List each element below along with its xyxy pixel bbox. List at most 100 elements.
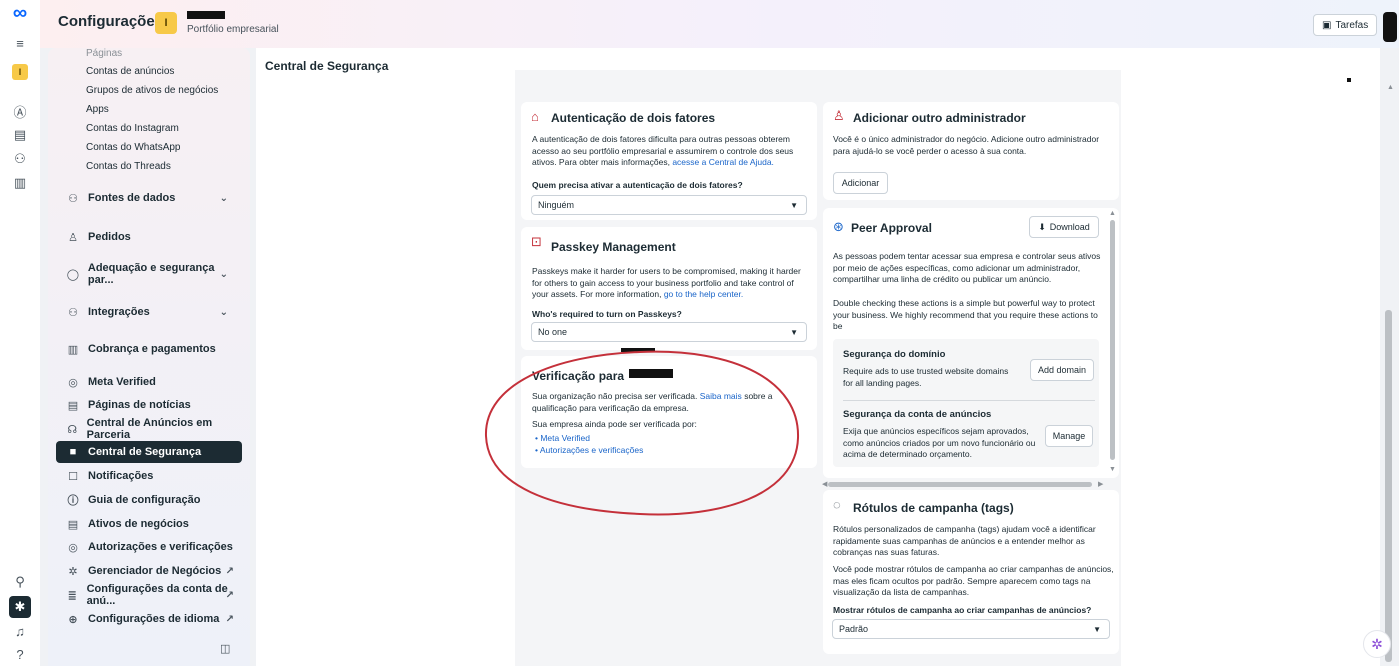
caret-down-icon: ▼ [790, 327, 798, 337]
sidebar-item-meta-verified[interactable]: ◎ Meta Verified [56, 371, 242, 393]
app-title: Configurações [58, 13, 164, 30]
sidebar-item-ad-account-settings[interactable]: ≣ Configurações da conta de anú... ↗ [56, 583, 242, 607]
passkey-question: Who's required to turn on Passkeys? [532, 309, 682, 319]
campaign-labels-question: Mostrar rótulos de campanha ao criar cam… [833, 605, 1092, 615]
passkey-select[interactable]: No one ▼ [531, 322, 807, 342]
assets-icon: ▤ [67, 518, 79, 531]
ad-account-security-desc: Exija que anúncios específicos sejam apr… [843, 426, 1036, 459]
left-rail: ∞ ≡ I Ⓐ ▤ ⚇ ▥ ⚲ ✱ ♫ ? [0, 0, 40, 666]
download-icon: ⬇ [1038, 221, 1046, 232]
domain-security-desc: Require ads to use trusted website domai… [843, 366, 1009, 388]
sidebar-sub-apps[interactable]: Apps [86, 104, 109, 115]
search-icon[interactable]: ⚲ [8, 571, 32, 593]
external-link-icon: ↗ [225, 613, 234, 625]
two-factor-card: ⌂ Autenticação de dois fatores A autenti… [521, 102, 817, 220]
sidebar-item-label: Configurações da conta de anú... [86, 583, 228, 607]
divider [843, 400, 1095, 401]
sidebar-sub-whatsapp[interactable]: Contas do WhatsApp [86, 142, 181, 153]
sidebar-item-security-center[interactable]: ■ Central de Segurança [56, 441, 242, 463]
sidebar-item-language-settings[interactable]: ⊕ Configurações de idioma ↗ [56, 608, 242, 630]
sidebar-item-partnership-ads[interactable]: ☊ Central de Anúncios em Parceria [56, 417, 242, 441]
peer-vertical-scrollbar[interactable] [1110, 220, 1115, 460]
sidebar-item-label: Guia de configuração [88, 494, 201, 506]
tasks-button[interactable]: ▣ Tarefas [1313, 14, 1378, 36]
passkey-help-link[interactable]: go to the help center. [664, 289, 743, 299]
guide-icon: ⓘ [67, 495, 79, 507]
business-portfolio-label: Portfólio empresarial [187, 24, 279, 35]
lock-outline-icon: ⌂ [531, 109, 539, 124]
campaign-labels-card: ◌ Rótulos de campanha (tags) Rótulos per… [823, 490, 1119, 654]
sidebar-item-label: Configurações de idioma [88, 613, 220, 625]
scroll-left-arrow-icon[interactable]: ◀ [822, 480, 827, 488]
scroll-up-arrow-icon[interactable]: ▲ [1109, 210, 1116, 217]
download-label: Download [1049, 222, 1090, 232]
add-domain-button[interactable]: Add domain [1030, 359, 1094, 381]
building-icon[interactable]: ▥ [8, 172, 32, 194]
people-icon[interactable]: ⚇ [8, 148, 32, 170]
scroll-down-arrow-icon[interactable]: ▼ [1109, 466, 1116, 473]
business-name-redacted [187, 11, 225, 19]
sidebar-sub-ad-accounts[interactable]: Contas de anúncios [86, 66, 174, 77]
scroll-right-arrow-icon[interactable]: ▶ [1098, 480, 1103, 488]
download-button[interactable]: ⬇ Download [1029, 216, 1099, 238]
gear-icon[interactable]: ✱ [9, 596, 31, 618]
passkey-title: Passkey Management [551, 240, 676, 254]
sidebar-item-billing[interactable]: ▥ Cobrança e pagamentos [56, 338, 242, 360]
two-factor-desc: A autenticação de dois fatores dificulta… [532, 134, 804, 169]
chevron-down-icon: ⌄ [219, 192, 228, 204]
sidebar-item-label: Central de Anúncios em Parceria [86, 417, 213, 441]
two-factor-select[interactable]: Ninguém ▼ [531, 195, 807, 215]
settings-icon: ✲ [68, 565, 78, 578]
sidebar-item-authorizations[interactable]: ◎ Autorizações e verificações [56, 536, 242, 558]
user-avatar[interactable] [1383, 12, 1397, 42]
add-admin-button[interactable]: Adicionar [833, 172, 888, 194]
sidebar-item-label: Fontes de dados [88, 192, 176, 204]
lock-icon: ⊡ [531, 234, 542, 249]
business-icon[interactable]: I [155, 12, 177, 34]
sidebar-item-data-sources[interactable]: ⚇ Fontes de dados ⌄ [56, 187, 242, 209]
peer-desc1: As pessoas podem tentar acessar sua empr… [833, 251, 1101, 284]
data-sources-icon: ⚇ [68, 192, 78, 205]
sidebar-item-requests[interactable]: ♙ Pedidos [56, 226, 242, 248]
bell-icon[interactable]: ♫ [8, 620, 32, 642]
domain-security-title: Segurança do domínio [843, 349, 946, 360]
ads-icon[interactable]: Ⓐ [8, 100, 32, 122]
tasks-icon: ▣ [1322, 19, 1332, 31]
sidebar-sub-asset-groups[interactable]: Grupos de ativos de negócios [86, 85, 218, 96]
sidebar-item-news-pages[interactable]: ▤ Páginas de notícias [56, 394, 242, 416]
sidebar-item-brand-safety[interactable]: ◯ Adequação e segurança par... ⌄ [56, 262, 242, 286]
manage-button[interactable]: Manage [1045, 425, 1093, 447]
sidebar-item-setup-guide[interactable]: ⓘ Guia de configuração [56, 489, 242, 511]
peer-horizontal-scrollbar[interactable] [828, 482, 1092, 487]
caret-down-icon: ▼ [1093, 624, 1101, 634]
main-vertical-scrollbar[interactable] [1385, 310, 1392, 662]
two-factor-title: Autenticação de dois fatores [551, 111, 716, 125]
sidebar-item-label: Integrações [88, 306, 150, 318]
sidebar-sub-instagram[interactable]: Contas do Instagram [86, 123, 179, 134]
collapse-sidebar-icon[interactable]: ◫ [220, 642, 230, 655]
sidebar-sub-pages[interactable]: Páginas [86, 48, 122, 59]
help-icon[interactable]: ? [8, 643, 32, 665]
passkey-desc: Passkeys make it harder for users to be … [532, 266, 807, 301]
meta-logo-icon[interactable]: ∞ [8, 2, 32, 24]
sidebar-item-notifications[interactable]: ☐ Notificações [56, 465, 242, 487]
sidebar-item-business-assets[interactable]: ▤ Ativos de negócios [56, 513, 242, 535]
add-admin-title: Adicionar outro administrador [853, 111, 1026, 125]
main-scroll-up-arrow-icon[interactable]: ▲ [1387, 84, 1394, 91]
news-icon: ▤ [67, 399, 79, 412]
external-link-icon: ↗ [225, 589, 234, 601]
peer-desc2: Double checking these actions is a simpl… [833, 298, 1098, 331]
campaign-labels-select[interactable]: Padrão ▼ [832, 619, 1110, 639]
sidebar-item-integrations[interactable]: ⚇ Integrações ⌄ [56, 301, 242, 323]
commerce-icon[interactable]: ▤ [8, 124, 32, 146]
campaign-labels-title: Rótulos de campanha (tags) [853, 501, 1014, 515]
business-avatar[interactable]: I [12, 64, 28, 80]
ai-assistant-icon[interactable]: ✲ [1363, 630, 1391, 658]
help-center-link[interactable]: acesse a Central de Ajuda. [672, 157, 774, 167]
chevron-down-icon: ⌄ [219, 306, 228, 318]
menu-icon[interactable]: ≡ [8, 32, 32, 54]
campaign-labels-desc2: Você pode mostrar rótulos de campanha ao… [833, 564, 1114, 597]
sidebar-sub-threads[interactable]: Contas do Threads [86, 161, 171, 172]
sidebar-item-label: Cobrança e pagamentos [88, 343, 216, 355]
sidebar-item-business-manager[interactable]: ✲ Gerenciador de Negócios ↗ [56, 560, 242, 582]
